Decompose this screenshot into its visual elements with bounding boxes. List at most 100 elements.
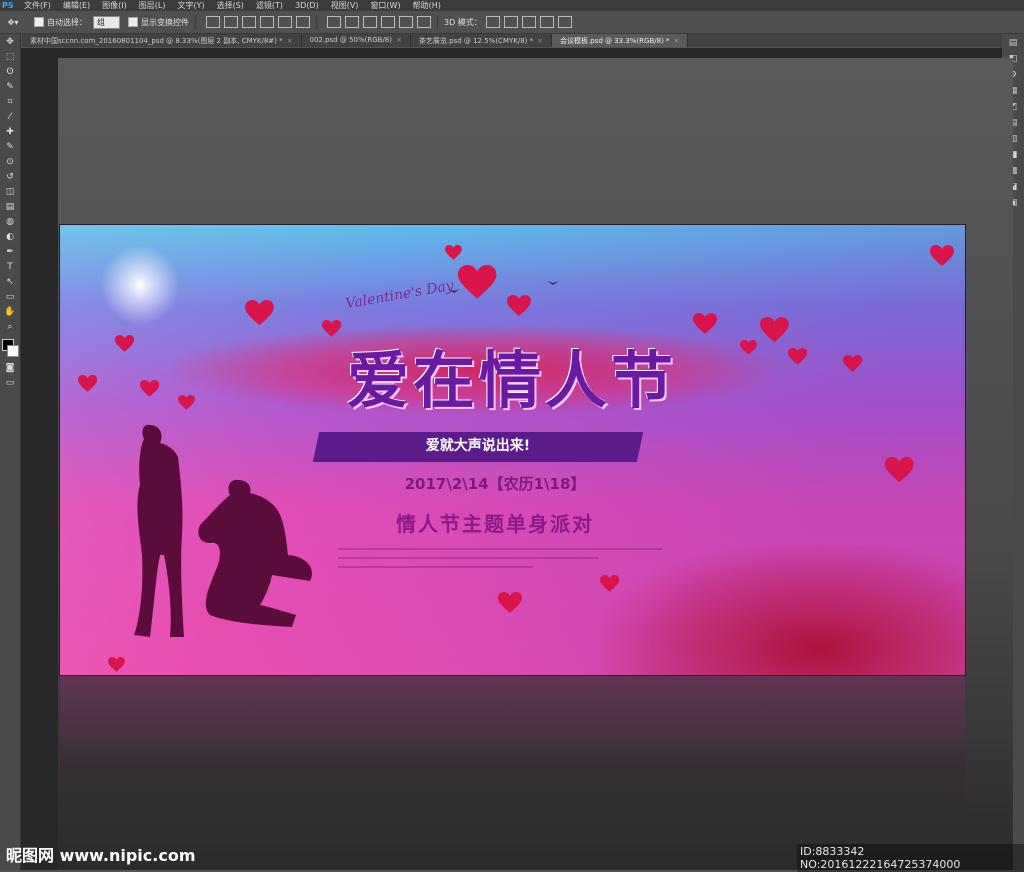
align-center-icon[interactable] <box>278 16 292 28</box>
document-tab[interactable]: 素材中国sccnn.com_20160801104_psd @ 8.33%(图层… <box>22 34 302 47</box>
3d-scale-icon[interactable] <box>557 16 572 28</box>
color-swatches[interactable] <box>1 338 19 358</box>
heart-icon <box>445 245 462 260</box>
marquee-icon[interactable]: ⬚ <box>3 51 17 64</box>
nipic-watermark: 昵图网 www.nipic.com <box>6 846 196 865</box>
menu-type[interactable]: 文字(Y) <box>177 0 204 11</box>
couple-silhouette <box>134 424 312 637</box>
eyedropper-icon[interactable]: ⁄ <box>3 111 17 124</box>
align-left-icon[interactable] <box>260 16 274 28</box>
menu-select[interactable]: 选择(S) <box>217 0 244 11</box>
menu-3d[interactable]: 3D(D) <box>295 1 319 10</box>
heart-icon <box>885 457 914 483</box>
separator <box>316 15 317 29</box>
history-panel-icon[interactable]: ▤ <box>1006 37 1020 50</box>
document-tab[interactable]: 002.psd @ 50%(RGB/8) × <box>302 34 411 47</box>
menu-window[interactable]: 窗口(W) <box>370 0 400 11</box>
show-transform-label: 显示变换控件 <box>141 17 189 27</box>
3d-slide-icon[interactable] <box>539 16 554 28</box>
document-tab-active[interactable]: 会议模板.psd @ 33.3%(RGB/8) * × <box>552 34 689 47</box>
heart-icon <box>245 300 274 326</box>
banner-slogan: 爱就大声说出来! <box>425 438 531 454</box>
menu-view[interactable]: 视图(V) <box>331 0 359 11</box>
menu-image[interactable]: 图像(I) <box>102 0 127 11</box>
banner-reflection <box>60 676 965 826</box>
crop-icon[interactable]: ⌗ <box>3 96 17 109</box>
blur-icon[interactable]: ◍ <box>3 216 17 229</box>
image-id-watermark: ID:8833342 NO:20161222164725374000 <box>797 844 1024 872</box>
banner-date: 2017\2\14【农历1\18】 <box>404 475 586 493</box>
shape-icon[interactable]: ▭ <box>3 291 17 304</box>
auto-select-checkbox[interactable] <box>34 17 44 27</box>
3d-pan-icon[interactable] <box>521 16 536 28</box>
dodge-icon[interactable]: ◐ <box>3 231 17 244</box>
menu-layer[interactable]: 图层(L) <box>139 0 166 11</box>
pen-icon[interactable]: ✒ <box>3 246 17 259</box>
align-bottom-icon[interactable] <box>242 16 256 28</box>
healing-icon[interactable]: ✚ <box>3 126 17 139</box>
separator <box>437 15 438 29</box>
quick-select-icon[interactable]: ✎ <box>3 81 17 94</box>
distribute-middle-icon[interactable] <box>345 16 359 28</box>
quick-mask-icon[interactable]: ◙ <box>3 362 17 375</box>
heart-icon <box>78 375 98 392</box>
close-icon[interactable]: × <box>287 37 293 45</box>
background-color-swatch[interactable] <box>7 345 19 357</box>
standing-woman-silhouette <box>134 424 184 637</box>
distribute-left-icon[interactable] <box>381 16 395 28</box>
menu-file[interactable]: 文件(F) <box>24 0 51 11</box>
distribute-top-icon[interactable] <box>327 16 341 28</box>
3d-roll-icon[interactable] <box>503 16 518 28</box>
close-icon[interactable]: × <box>674 37 680 45</box>
hand-icon[interactable]: ✋ <box>3 306 17 319</box>
lasso-icon[interactable]: ʘ <box>3 66 17 79</box>
distribute-center-icon[interactable] <box>399 16 413 28</box>
text-line <box>338 566 533 568</box>
screen-mode-icon[interactable]: ▭ <box>3 377 17 390</box>
zoom-icon[interactable]: ⌕ <box>3 321 17 334</box>
options-bar: ✥▾ 自动选择： 组 显示变换控件 3D 模式： <box>0 11 1024 34</box>
close-icon[interactable]: × <box>396 36 402 44</box>
brush-icon[interactable]: ✎ <box>3 141 17 154</box>
align-right-icon[interactable] <box>296 16 310 28</box>
menu-bar: PS 文件(F) 编辑(E) 图像(I) 图层(L) 文字(Y) 选择(S) 滤… <box>0 0 1024 11</box>
history-brush-icon[interactable]: ↺ <box>3 171 17 184</box>
show-transform-checkbox[interactable] <box>128 17 138 27</box>
distribute-bottom-icon[interactable] <box>363 16 377 28</box>
gradient-icon[interactable]: ▤ <box>3 201 17 214</box>
heart-icon <box>140 380 160 397</box>
heart-icon <box>930 245 954 266</box>
menu-edit[interactable]: 编辑(E) <box>63 0 90 11</box>
heart-icon <box>178 395 195 410</box>
photoshop-logo: PS <box>2 1 14 10</box>
menu-help[interactable]: 帮助(H) <box>413 0 441 11</box>
banner-subtitle: 情人节主题单身派对 <box>396 512 594 536</box>
align-middle-icon[interactable] <box>224 16 238 28</box>
auto-select-label: 自动选择： <box>47 17 87 27</box>
text-line <box>338 548 663 550</box>
banner-artwork: Valentine's Day 爱在情人节 爱就大声说出来! 2017\2\14… <box>60 225 965 675</box>
stamp-icon[interactable]: ⊙ <box>3 156 17 169</box>
tools-panel: ✥ ⬚ ʘ ✎ ⌗ ⁄ ✚ ✎ ⊙ ↺ ◫ ▤ ◍ ◐ ✒ T ↖ ▭ ✋ ⌕ … <box>0 34 21 870</box>
document-tab[interactable]: 茶艺展览.psd @ 12.5%(CMYK/8) * × <box>411 34 552 47</box>
heart-icon <box>498 592 522 613</box>
document-tabs: 素材中国sccnn.com_20160801104_psd @ 8.33%(图层… <box>22 34 1002 47</box>
move-tool-icon[interactable]: ✥▾ <box>0 18 26 27</box>
move-icon[interactable]: ✥ <box>3 36 17 49</box>
separator <box>195 15 196 29</box>
distribute-right-icon[interactable] <box>417 16 431 28</box>
heart-icon <box>458 265 497 299</box>
eraser-icon[interactable]: ◫ <box>3 186 17 199</box>
3d-mode-label: 3D 模式： <box>444 17 482 27</box>
path-select-icon[interactable]: ↖ <box>3 276 17 289</box>
banner-title: 爱在情人节 <box>346 344 677 417</box>
auto-select-dropdown[interactable]: 组 <box>93 15 120 29</box>
type-icon[interactable]: T <box>3 261 17 274</box>
heart-icon <box>760 317 789 343</box>
3d-rotate-icon[interactable] <box>485 16 500 28</box>
heart-icon <box>115 335 135 352</box>
menu-filter[interactable]: 滤镜(T) <box>256 0 283 11</box>
align-top-icon[interactable] <box>206 16 220 28</box>
close-icon[interactable]: × <box>537 37 543 45</box>
heart-icon <box>788 348 808 365</box>
